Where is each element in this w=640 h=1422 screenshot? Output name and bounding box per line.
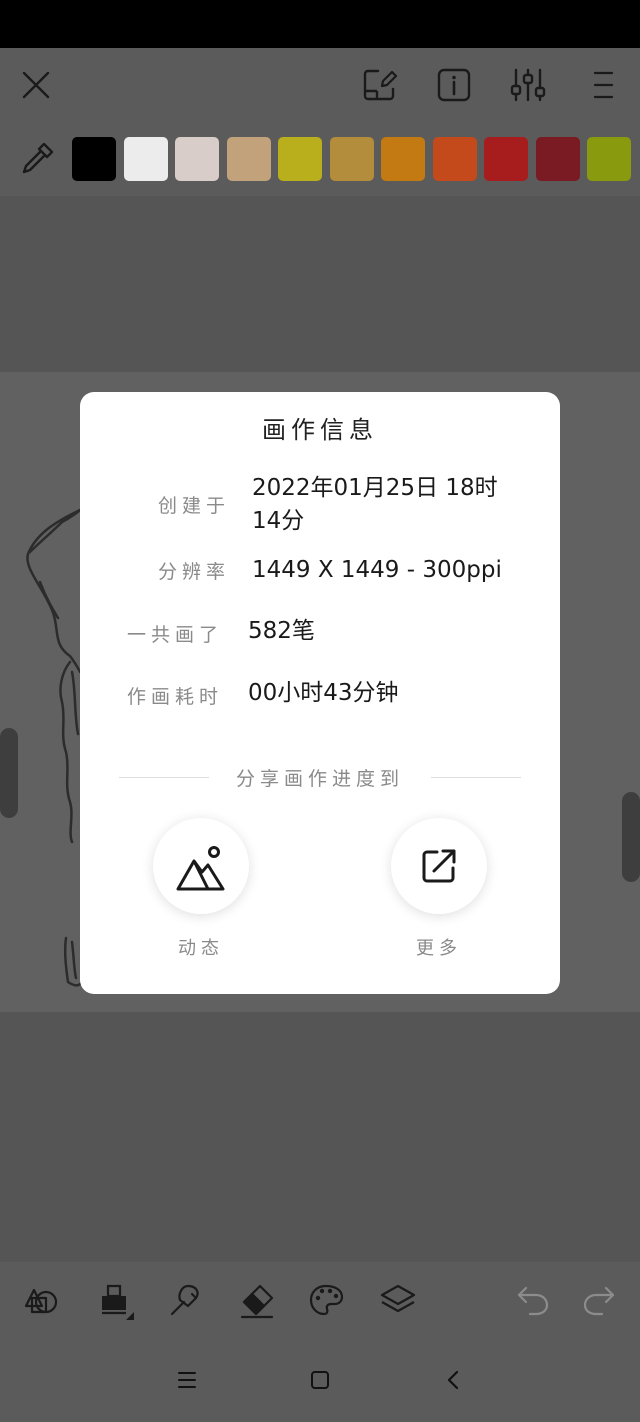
resolution-value: 1449 X 1449 - 300ppi bbox=[252, 557, 502, 583]
share-moments-button[interactable] bbox=[153, 818, 249, 914]
sliders-icon[interactable] bbox=[508, 65, 548, 105]
share-moments-label: 动态 bbox=[178, 938, 224, 959]
strokes-value: 582笔 bbox=[248, 618, 315, 644]
color-swatch[interactable] bbox=[329, 137, 374, 181]
bottom-toolbar bbox=[0, 1262, 640, 1338]
duration-label: 作画耗时 bbox=[127, 686, 224, 708]
eraser-icon[interactable] bbox=[238, 1280, 276, 1320]
resolution-label: 分辨率 bbox=[158, 561, 231, 583]
smudge-icon[interactable] bbox=[166, 1280, 204, 1320]
brush-stamp-icon[interactable] bbox=[96, 1280, 134, 1320]
color-swatch[interactable] bbox=[72, 137, 116, 181]
top-toolbar bbox=[0, 48, 640, 122]
strokes-label: 一共画了 bbox=[127, 624, 224, 646]
system-navigation-bar bbox=[0, 1338, 640, 1422]
color-swatch[interactable] bbox=[226, 137, 271, 181]
undo-icon[interactable] bbox=[514, 1280, 552, 1320]
layers-icon[interactable] bbox=[378, 1280, 416, 1320]
color-swatch[interactable] bbox=[175, 137, 219, 181]
mountain-image-icon bbox=[176, 846, 225, 891]
created-label: 创建于 bbox=[158, 495, 231, 517]
dialog-title: 画作信息 bbox=[262, 416, 378, 444]
color-swatch[interactable] bbox=[278, 137, 322, 181]
share-heading: 分享画作进度到 bbox=[235, 768, 404, 790]
color-palette-bar bbox=[0, 122, 640, 196]
duration-value: 00小时43分钟 bbox=[248, 680, 399, 706]
share-more-button[interactable] bbox=[391, 818, 487, 914]
nav-back-icon[interactable] bbox=[438, 1364, 470, 1396]
share-more-label: 更多 bbox=[416, 938, 462, 959]
color-palette-icon[interactable] bbox=[307, 1280, 345, 1320]
right-side-handle[interactable] bbox=[622, 792, 640, 882]
created-value: 2022年01月25日 18时14分 bbox=[252, 475, 498, 534]
color-swatch[interactable] bbox=[381, 137, 425, 181]
eyedropper-icon[interactable] bbox=[18, 138, 58, 178]
status-bar bbox=[0, 0, 640, 48]
color-swatch[interactable] bbox=[432, 137, 477, 181]
redo-icon[interactable] bbox=[580, 1280, 618, 1320]
menu-icon[interactable] bbox=[584, 65, 624, 105]
nav-home-icon[interactable] bbox=[304, 1364, 336, 1396]
color-swatch[interactable] bbox=[535, 137, 580, 181]
info-icon[interactable] bbox=[434, 65, 474, 105]
color-swatch[interactable] bbox=[123, 137, 168, 181]
external-share-icon bbox=[422, 849, 456, 883]
tablet-edit-icon[interactable] bbox=[359, 65, 399, 105]
close-icon[interactable] bbox=[16, 65, 56, 105]
color-swatch[interactable] bbox=[484, 137, 528, 181]
color-swatch[interactable] bbox=[587, 137, 631, 181]
shapes-icon[interactable] bbox=[22, 1280, 60, 1320]
nav-menu-icon[interactable] bbox=[171, 1364, 203, 1396]
